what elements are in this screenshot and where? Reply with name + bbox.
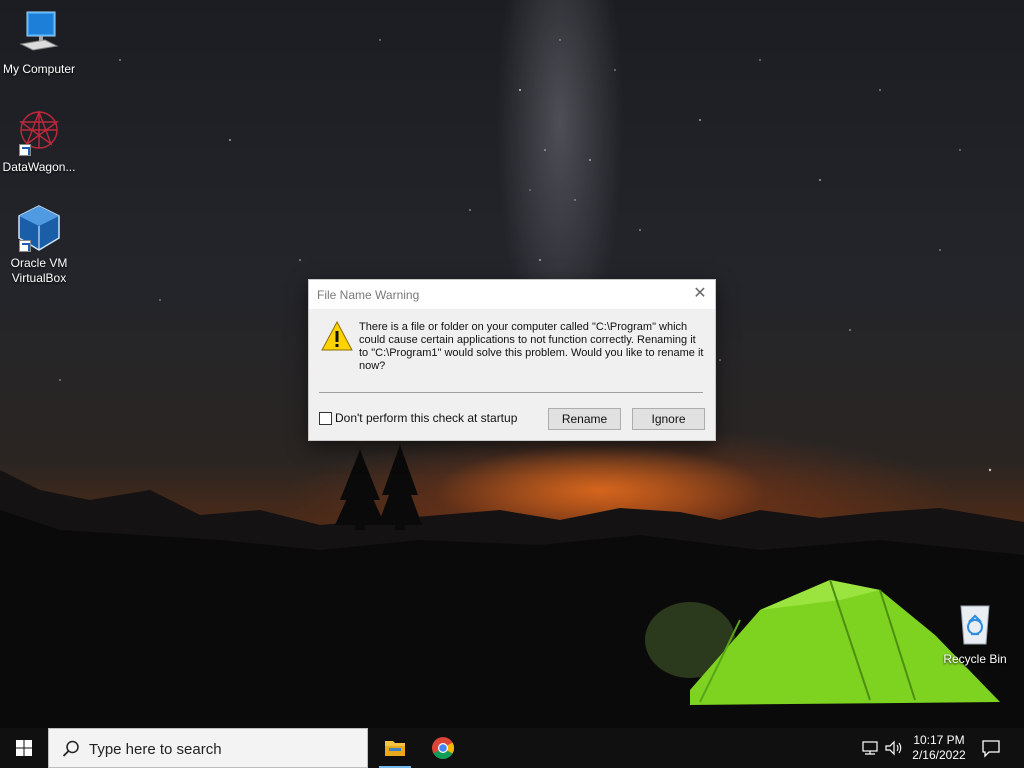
startup-check-label[interactable]: Don't perform this check at startup (335, 411, 517, 425)
desktop-icon-my-computer[interactable]: My Computer (0, 10, 78, 77)
dialog-titlebar[interactable]: File Name Warning ✕ (309, 280, 715, 309)
close-icon[interactable]: ✕ (685, 280, 715, 309)
start-button[interactable] (0, 728, 48, 768)
shortcut-arrow-icon (19, 240, 31, 252)
startup-check-option[interactable]: Don't perform this check at startup (319, 411, 517, 425)
desktop-icon-virtualbox[interactable]: Oracle VM VirtualBox (0, 204, 78, 286)
warning-icon (320, 320, 354, 352)
ignore-button[interactable]: Ignore (632, 408, 705, 430)
dialog-message: There is a file or folder on your comput… (359, 321, 704, 372)
file-explorer-icon (385, 741, 405, 756)
virtualbox-icon (15, 204, 63, 252)
taskbar-chrome[interactable] (423, 728, 463, 768)
recycle-bin-icon (951, 600, 999, 648)
startup-check-checkbox[interactable] (319, 411, 332, 425)
network-icon[interactable] (860, 740, 880, 756)
taskbar-search-box[interactable]: Type here to search (48, 728, 368, 768)
windows-logo-icon (16, 740, 32, 756)
clock-time: 10:17 PM (913, 733, 965, 747)
desktop-icon-label: My Computer (2, 62, 76, 76)
volume-icon[interactable] (884, 740, 904, 756)
desktop-icon-label: Oracle VM VirtualBox (10, 256, 68, 285)
clock-date: 2/16/2022 (912, 748, 966, 762)
search-placeholder: Type here to search (89, 741, 222, 758)
dialog-title: File Name Warning (317, 288, 420, 302)
taskbar: Type here to search 10:17 PM 2/16/2022 (0, 728, 1024, 768)
desktop-icon-datawagon[interactable]: DataWagon... (0, 108, 78, 175)
file-name-warning-dialog: File Name Warning ✕ There is a file or f… (308, 279, 716, 441)
rename-button[interactable]: Rename (548, 408, 621, 430)
taskbar-clock[interactable]: 10:17 PM 2/16/2022 (906, 733, 972, 763)
desktop-icon-label: Recycle Bin (943, 652, 1007, 666)
taskbar-file-explorer[interactable] (375, 728, 415, 768)
desktop-icon-label: DataWagon... (2, 160, 76, 174)
notifications-icon[interactable] (980, 738, 1002, 758)
chrome-icon (432, 737, 454, 759)
wallpaper-landscape (0, 440, 1024, 728)
shortcut-arrow-icon (19, 144, 31, 156)
desktop-icon-recycle-bin[interactable]: Recycle Bin (936, 600, 1014, 667)
search-icon (62, 740, 79, 757)
computer-icon (15, 10, 63, 58)
divider (319, 392, 703, 393)
datawagon-icon (15, 108, 63, 156)
